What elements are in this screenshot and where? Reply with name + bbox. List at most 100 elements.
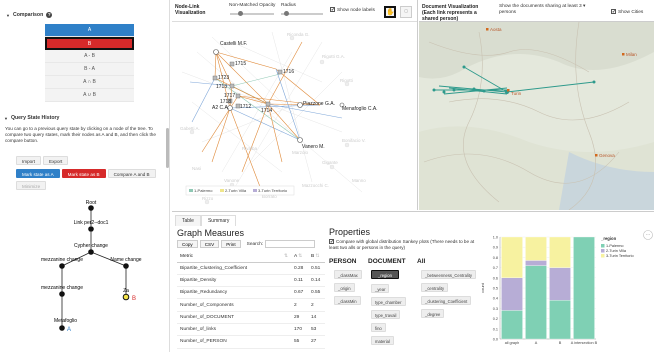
- property-chip[interactable]: _classMax: [334, 270, 362, 279]
- property-chip[interactable]: _degree: [421, 309, 445, 318]
- graph-node[interactable]: [229, 83, 235, 89]
- sort-icon[interactable]: ⇅: [284, 254, 288, 259]
- property-chip-selected[interactable]: _region: [371, 270, 399, 279]
- sort-icon[interactable]: ⇅: [297, 254, 302, 259]
- graph-node-label: 1716: [283, 69, 294, 75]
- help-icon[interactable]: ?: [46, 12, 53, 18]
- left-scrollbar[interactable]: [166, 128, 169, 168]
- opacity-slider[interactable]: [230, 11, 274, 16]
- graph-node[interactable]: [235, 93, 241, 99]
- city-marker[interactable]: [507, 89, 510, 92]
- legend-label-turin-villa: 2-Turin Villa: [225, 188, 247, 193]
- lasso-icon: ◌: [403, 8, 409, 15]
- search-input[interactable]: [265, 240, 316, 248]
- graph-node[interactable]: [297, 137, 303, 143]
- show-labels-toggle[interactable]: ✔ Show node labels: [330, 7, 375, 13]
- property-chip[interactable]: _betweenness_Centrality: [421, 270, 477, 279]
- column-header-metric[interactable]: Metric ⇅: [177, 252, 291, 263]
- checkbox-checked-icon[interactable]: ✔: [330, 7, 335, 12]
- tab-table[interactable]: Table: [175, 215, 201, 226]
- tree-node-3[interactable]: [59, 263, 65, 269]
- graph-node[interactable]: [213, 49, 219, 55]
- map-canvas[interactable]: Aosta Milan Turin Genova: [419, 22, 654, 210]
- show-labels-text: Show node labels: [337, 7, 375, 13]
- tree-node-4[interactable]: [123, 263, 129, 269]
- copy-button[interactable]: Copy: [177, 240, 198, 248]
- radius-slider[interactable]: [281, 11, 323, 16]
- mark-b-button[interactable]: Mark state as B: [61, 169, 106, 178]
- opacity-slider-knob[interactable]: [238, 11, 243, 16]
- properties-title: Properties: [329, 227, 371, 237]
- graph-node[interactable]: [277, 69, 283, 75]
- more-icon: ···: [646, 232, 651, 237]
- comparison-header[interactable]: ▼ Comparison ?: [2, 10, 56, 20]
- graph-faded-label: Vanone: [224, 178, 240, 183]
- threshold-value[interactable]: 3: [579, 4, 582, 9]
- table-cell: 53: [308, 323, 325, 337]
- graph-node[interactable]: [212, 75, 218, 81]
- tree-node-2[interactable]: [88, 249, 94, 255]
- property-chip[interactable]: type_chamber: [371, 297, 406, 306]
- csv-button[interactable]: CSV: [199, 240, 220, 248]
- property-chip[interactable]: _year: [371, 284, 390, 293]
- lasso-tool-button[interactable]: ◌: [400, 6, 412, 18]
- tree-label-7: Metafoglio: [54, 318, 77, 324]
- property-chip[interactable]: fino: [371, 323, 386, 332]
- tree-node-1[interactable]: [88, 226, 94, 232]
- column-header-b[interactable]: B ⇅: [308, 252, 325, 263]
- tree-label-5: mezzanine change: [41, 285, 83, 291]
- comparison-item-intersection[interactable]: A ∩ B: [45, 76, 134, 89]
- legend-swatch-turin-villa: [220, 189, 224, 192]
- tab-summary[interactable]: Summary: [200, 215, 237, 226]
- compare-button[interactable]: Compare A and B: [107, 169, 156, 178]
- table-row: Number_of_PERSON 55 27: [177, 335, 325, 349]
- column-header-a[interactable]: A ⇅: [291, 252, 308, 263]
- graph-node[interactable]: [297, 102, 303, 108]
- tree-label-4: Name change: [110, 257, 141, 263]
- import-button[interactable]: Import: [16, 156, 42, 165]
- city-marker[interactable]: [486, 28, 489, 31]
- property-chip[interactable]: material: [371, 336, 394, 345]
- property-chip[interactable]: _classMin: [334, 296, 361, 305]
- tree-node-5[interactable]: [59, 291, 65, 297]
- property-chip[interactable]: type_travail: [371, 310, 401, 319]
- city-label: Turin: [511, 91, 522, 96]
- radius-slider-knob[interactable]: [284, 11, 289, 16]
- property-column-person: PERSON: [329, 258, 357, 265]
- checkbox-checked-icon[interactable]: ✔: [329, 239, 334, 245]
- minimize-button[interactable]: Minimize: [16, 181, 47, 190]
- city-marker[interactable]: [622, 53, 625, 56]
- graph-node[interactable]: [229, 61, 235, 67]
- comparison-item-b[interactable]: B: [45, 37, 134, 50]
- show-cities-toggle[interactable]: ✔ Show Cities: [611, 9, 643, 15]
- hand-tool-button[interactable]: ✋: [384, 6, 396, 18]
- compare-global-toggle[interactable]: ✔ Compare with global distribution Sankey…: [329, 239, 479, 250]
- compare-global-text: Compare with global distribution Sankey …: [329, 239, 475, 250]
- query-history-header[interactable]: ▼ Query State History: [0, 113, 169, 123]
- comparison-item-a[interactable]: A: [45, 24, 134, 37]
- bar-segment: [549, 300, 571, 340]
- property-chip[interactable]: _clustering_Coefficient: [421, 296, 472, 305]
- tree-node-root[interactable]: [88, 205, 94, 211]
- graph-node[interactable]: [265, 101, 271, 107]
- tree-label-6: Za: [123, 288, 129, 294]
- sort-icon[interactable]: ⇅: [314, 254, 320, 259]
- threshold-caret-icon[interactable]: ▾: [583, 4, 585, 9]
- mark-a-button[interactable]: Mark state as A: [16, 169, 60, 178]
- node-link-graph[interactable]: Riconda G. Rigotti G.A. Rigotti Gabetti …: [172, 22, 418, 210]
- print-button[interactable]: Print: [221, 240, 241, 248]
- export-button[interactable]: Export: [43, 156, 69, 165]
- tree-node-6[interactable]: [122, 293, 130, 301]
- legend-label: 1-Palermo: [606, 244, 624, 248]
- city-marker[interactable]: [595, 154, 598, 157]
- property-chip[interactable]: _origin: [334, 283, 355, 292]
- threshold-text: Show the documents sharing at least: [499, 4, 578, 9]
- y-tick-label: 0.6: [493, 276, 498, 280]
- property-chip[interactable]: _centrality: [421, 283, 449, 292]
- comparison-item-union[interactable]: A ∪ B: [45, 89, 134, 102]
- tree-node-7[interactable]: [59, 325, 65, 331]
- comparison-item-a-minus-b[interactable]: A - B: [45, 50, 134, 63]
- checkbox-checked-icon[interactable]: ✔: [611, 9, 616, 14]
- y-tick-label: 0.1: [493, 327, 498, 331]
- comparison-item-b-minus-a[interactable]: B - A: [45, 63, 134, 76]
